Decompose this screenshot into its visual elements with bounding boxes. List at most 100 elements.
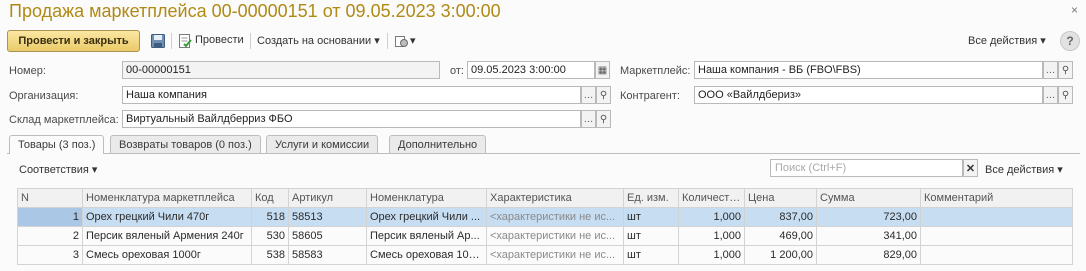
date-field[interactable]: 09.05.2023 3:00:00 <box>467 61 595 79</box>
number-field[interactable]: 00-00000151 <box>122 61 440 79</box>
row-number-cell[interactable]: 1 <box>17 207 83 227</box>
toolbar-separator <box>387 33 388 49</box>
create-based-on-button[interactable]: Создать на основании ▾ <box>257 34 380 47</box>
date-label: от: <box>450 65 464 77</box>
document-toolbar: Провести и закрыть Провести Создать на о… <box>7 30 1080 52</box>
marketplace-label: Маркетплейс: <box>620 65 691 77</box>
tab-goods[interactable]: Товары (3 поз.) <box>9 135 105 154</box>
sum-cell[interactable]: 723,00 <box>816 207 921 227</box>
sum-cell[interactable]: 829,00 <box>816 245 921 265</box>
post-button[interactable]: Провести <box>195 34 244 46</box>
organization-label: Организация: <box>9 90 79 102</box>
row-number-cell[interactable]: 2 <box>17 226 83 246</box>
all-actions-button[interactable]: Все действия ▾ <box>968 34 1046 47</box>
report-gear-icon[interactable] <box>393 33 409 49</box>
characteristic-cell[interactable]: <характеристики не ис... <box>486 207 624 227</box>
code-cell[interactable]: 530 <box>251 226 289 246</box>
chevron-down-icon: ▾ <box>1057 164 1063 176</box>
table-header-row: N Номенклатура маркетплейса Код Артикул … <box>17 188 1073 208</box>
price-cell[interactable]: 469,00 <box>744 226 817 246</box>
column-header[interactable]: Сумма <box>816 188 921 208</box>
counterparty-label: Контрагент: <box>620 90 680 102</box>
correspondences-button[interactable]: Соответствия ▾ <box>19 163 97 176</box>
column-header[interactable]: Артикул <box>288 188 367 208</box>
code-cell[interactable]: 518 <box>251 207 289 227</box>
article-cell[interactable]: 58583 <box>288 245 367 265</box>
chevron-down-icon[interactable]: ▾ <box>410 34 416 47</box>
price-cell[interactable]: 837,00 <box>744 207 817 227</box>
comment-cell[interactable] <box>920 245 1073 265</box>
price-cell[interactable]: 1 200,00 <box>744 245 817 265</box>
quantity-cell[interactable]: 1,000 <box>678 207 745 227</box>
counterparty-field[interactable]: ООО «Вайлдбериз» <box>694 86 1043 104</box>
column-header[interactable]: Цена <box>744 188 817 208</box>
item-cell[interactable]: Персик вяленый Ар... <box>366 226 487 246</box>
unit-cell[interactable]: шт <box>623 207 679 227</box>
characteristic-cell[interactable]: <характеристики не ис... <box>486 226 624 246</box>
quantity-cell[interactable]: 1,000 <box>678 245 745 265</box>
column-header[interactable]: Номенклатура маркетплейса <box>82 188 252 208</box>
unit-cell[interactable]: шт <box>623 226 679 246</box>
item-cell[interactable]: Орех грецкий Чили ... <box>366 207 487 227</box>
warehouse-label: Склад маркетплейса: <box>9 114 119 126</box>
clear-icon[interactable]: ✕ <box>963 159 978 177</box>
search-input[interactable]: Поиск (Ctrl+F) <box>770 159 963 177</box>
chevron-down-icon: ▾ <box>1040 35 1046 47</box>
table-row[interactable]: 3 Смесь ореховая 1000г 538 58583 Смесь о… <box>17 245 1073 265</box>
tab-additional[interactable]: Дополнительно <box>389 135 487 153</box>
close-icon[interactable]: × <box>1071 3 1078 17</box>
column-header[interactable]: Комментарий <box>920 188 1073 208</box>
table-all-actions-label: Все действия <box>985 164 1055 176</box>
code-cell[interactable]: 538 <box>251 245 289 265</box>
mp-item-cell[interactable]: Орех грецкий Чили 470г <box>82 207 252 227</box>
row-number-cell[interactable]: 3 <box>17 245 83 265</box>
table-all-actions-button[interactable]: Все действия ▾ <box>985 163 1063 176</box>
characteristic-cell[interactable]: <характеристики не ис... <box>486 245 624 265</box>
table-row[interactable]: 1 Орех грецкий Чили 470г 518 58513 Орех … <box>17 207 1073 227</box>
ellipsis-icon[interactable]: … <box>1043 86 1058 104</box>
column-header[interactable]: Характеристика <box>486 188 624 208</box>
search-icon[interactable]: ⚲ <box>1058 61 1073 79</box>
all-actions-label: Все действия <box>968 35 1038 47</box>
create-based-on-label: Создать на основании <box>257 35 372 47</box>
search-icon[interactable]: ⚲ <box>1058 86 1073 104</box>
search-icon[interactable]: ⚲ <box>596 110 611 128</box>
document-title: Продажа маркетплейса 00-00000151 от 09.0… <box>9 1 501 21</box>
post-and-close-button[interactable]: Провести и закрыть <box>7 30 140 52</box>
tab-returns[interactable]: Возвраты товаров (0 поз.) <box>110 135 261 153</box>
correspondences-label: Соответствия <box>19 164 89 176</box>
column-header[interactable]: Номенклатура <box>366 188 487 208</box>
warehouse-field[interactable]: Виртуальный Вайлдберриз ФБО <box>122 110 581 128</box>
mp-item-cell[interactable]: Смесь ореховая 1000г <box>82 245 252 265</box>
column-header[interactable]: Количество <box>678 188 745 208</box>
comment-cell[interactable] <box>920 207 1073 227</box>
save-icon[interactable] <box>150 33 166 49</box>
sum-cell[interactable]: 341,00 <box>816 226 921 246</box>
quantity-cell[interactable]: 1,000 <box>678 226 745 246</box>
ellipsis-icon[interactable]: … <box>581 86 596 104</box>
column-header[interactable]: N <box>17 188 83 208</box>
column-header[interactable]: Ед. изм. <box>623 188 679 208</box>
comment-cell[interactable] <box>920 226 1073 246</box>
chevron-down-icon: ▾ <box>91 164 98 176</box>
article-cell[interactable]: 58605 <box>288 226 367 246</box>
calendar-icon[interactable]: ▦ <box>595 61 610 79</box>
toolbar-separator <box>250 33 251 49</box>
table-row[interactable]: 2 Персик вяленый Армения 240г 530 58605 … <box>17 226 1073 246</box>
unit-cell[interactable]: шт <box>623 245 679 265</box>
column-header[interactable]: Код <box>251 188 289 208</box>
organization-field[interactable]: Наша компания <box>122 86 581 104</box>
ellipsis-icon[interactable]: … <box>1043 61 1058 79</box>
search-icon[interactable]: ⚲ <box>596 86 611 104</box>
item-cell[interactable]: Смесь ореховая 100... <box>366 245 487 265</box>
post-document-icon[interactable] <box>177 33 193 49</box>
help-button[interactable]: ? <box>1060 31 1080 51</box>
chevron-down-icon: ▾ <box>374 35 380 47</box>
mp-item-cell[interactable]: Персик вяленый Армения 240г <box>82 226 252 246</box>
tab-divider <box>7 153 1080 154</box>
article-cell[interactable]: 58513 <box>288 207 367 227</box>
goods-table: N Номенклатура маркетплейса Код Артикул … <box>17 188 1073 265</box>
tab-services[interactable]: Услуги и комиссии <box>266 135 379 153</box>
marketplace-field[interactable]: Наша компания - ВБ (FBO\FBS) <box>694 61 1043 79</box>
ellipsis-icon[interactable]: … <box>581 110 596 128</box>
